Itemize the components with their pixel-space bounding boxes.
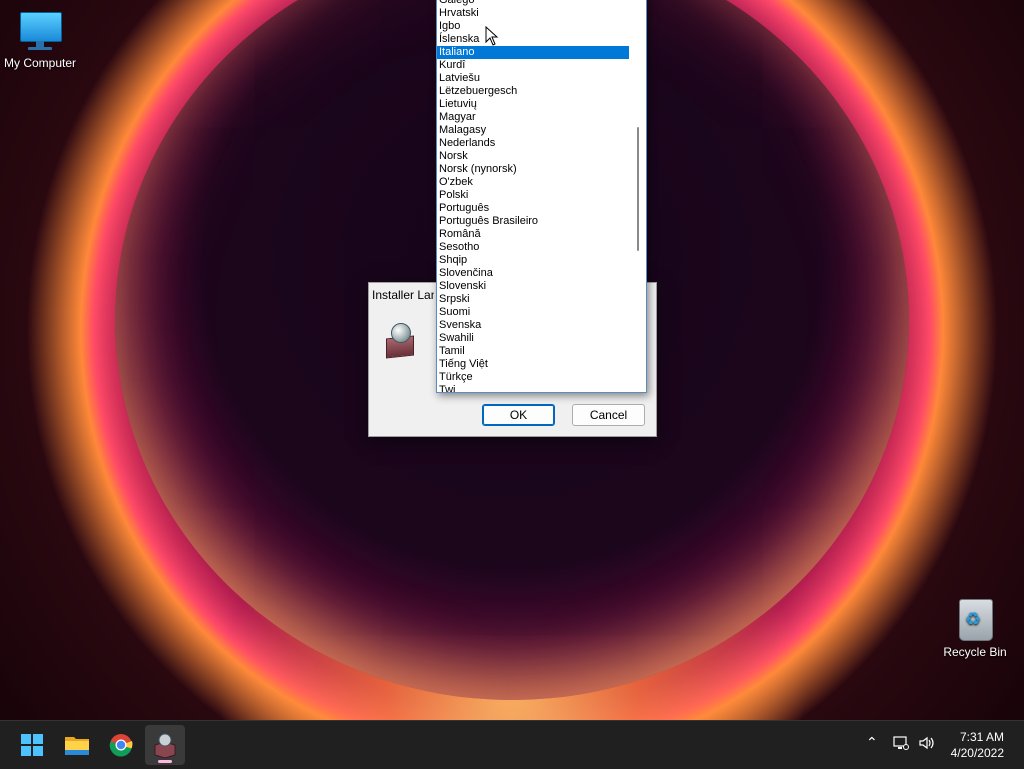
recycle-bin-icon: ♻ — [956, 597, 994, 641]
scrollbar-thumb[interactable] — [637, 127, 639, 251]
system-clock[interactable]: 7:31 AM 4/20/2022 — [951, 729, 1004, 761]
active-indicator — [158, 760, 172, 763]
language-option[interactable]: Slovenčina — [437, 267, 629, 280]
language-option[interactable]: Türkçe — [437, 371, 629, 384]
desktop-icon-label: Recycle Bin — [943, 645, 1007, 659]
language-option[interactable]: Norsk — [437, 150, 629, 163]
language-option[interactable]: Igbo — [437, 20, 629, 33]
network-icon[interactable] — [893, 735, 909, 755]
language-option[interactable]: Português Brasileiro — [437, 215, 629, 228]
language-option[interactable]: Galego — [437, 0, 629, 7]
language-option[interactable]: Română — [437, 228, 629, 241]
language-option[interactable]: Lëtzebuergesch — [437, 85, 629, 98]
language-option[interactable]: Suomi — [437, 306, 629, 319]
language-option[interactable]: Português — [437, 202, 629, 215]
language-dropdown-list[interactable]: Galego Hrvatski Igbo Íslenska Italiano Kurdî L… — [436, 0, 647, 393]
file-explorer-icon — [65, 737, 89, 755]
dialog-title: Installer Language — [372, 288, 434, 302]
taskbar-installer[interactable] — [145, 725, 185, 765]
chrome-icon — [109, 734, 133, 757]
language-option[interactable]: O'zbek — [437, 176, 629, 189]
volume-icon[interactable] — [918, 735, 936, 755]
language-option[interactable]: Svenska — [437, 319, 629, 332]
language-option[interactable]: Srpski — [437, 293, 629, 306]
language-option[interactable]: Swahili — [437, 332, 629, 345]
ok-button[interactable]: OK — [482, 404, 555, 426]
taskbar-file-explorer[interactable] — [57, 725, 97, 765]
language-option[interactable]: Lietuvių — [437, 98, 629, 111]
language-option[interactable]: Twi — [437, 384, 629, 392]
language-option[interactable]: Slovenski — [437, 280, 629, 293]
installer-icon — [154, 733, 176, 759]
language-option[interactable]: Tamil — [437, 345, 629, 358]
clock-time: 7:31 AM — [959, 730, 1004, 744]
language-option[interactable]: Nederlands — [437, 137, 629, 150]
cancel-button[interactable]: Cancel — [572, 404, 645, 426]
language-list: Galego Hrvatski Igbo Íslenska Italiano Kurdî L… — [437, 0, 629, 392]
computer-icon — [18, 10, 62, 52]
language-option[interactable]: Shqip — [437, 254, 629, 267]
language-option[interactable]: Latviešu — [437, 72, 629, 85]
scrollbar[interactable] — [630, 0, 646, 392]
language-option[interactable]: Sesotho — [437, 241, 629, 254]
language-option[interactable]: Tiếng Việt — [437, 358, 629, 371]
taskbar: ⌃ 7:31 AM 4/20/2022 — [0, 720, 1024, 769]
language-option[interactable]: Íslenska — [437, 33, 629, 46]
language-option[interactable]: Polski — [437, 189, 629, 202]
chevron-up-icon[interactable]: ⌃ — [866, 735, 878, 751]
language-option[interactable]: Hrvatski — [437, 7, 629, 20]
language-option-selected[interactable]: Italiano — [437, 46, 629, 59]
taskbar-chrome[interactable] — [101, 725, 141, 765]
language-option[interactable]: Malagasy — [437, 124, 629, 137]
desktop-icon-label: My Computer — [3, 56, 77, 70]
language-option[interactable]: Kurdî — [437, 59, 629, 72]
desktop-icon-my-computer[interactable]: My Computer — [0, 10, 80, 70]
language-option[interactable]: Magyar — [437, 111, 629, 124]
language-option[interactable]: Norsk (nynorsk) — [437, 163, 629, 176]
installer-icon — [383, 323, 417, 359]
clock-date: 4/20/2022 — [950, 746, 1004, 760]
start-button[interactable] — [12, 725, 52, 765]
desktop-icon-recycle-bin[interactable]: ♻ Recycle Bin — [935, 597, 1015, 659]
